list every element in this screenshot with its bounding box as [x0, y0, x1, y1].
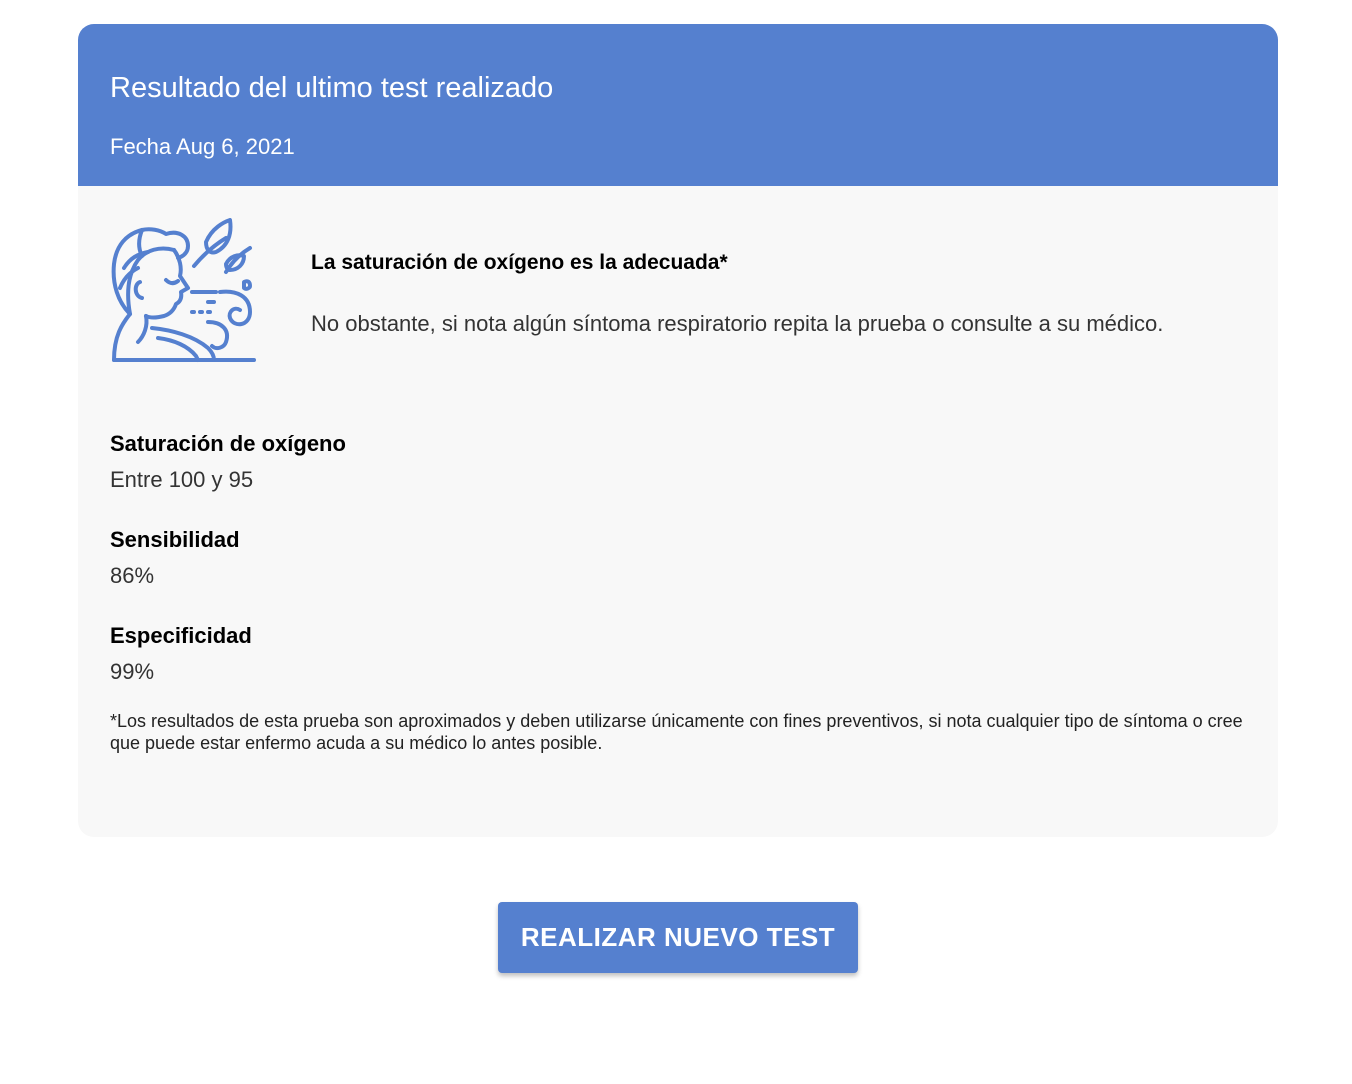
result-card-header: Resultado del ultimo test realizado Fech…: [78, 24, 1278, 186]
result-card: Resultado del ultimo test realizado Fech…: [78, 24, 1278, 837]
metric-label-specificity: Especificidad: [110, 623, 252, 648]
person-breathing-icon: [108, 218, 260, 366]
page-title: Resultado del ultimo test realizado: [110, 72, 554, 104]
test-date: Fecha Aug 6, 2021: [110, 134, 295, 159]
oxygen-status-title: La saturación de oxígeno es la adecuada*: [311, 251, 728, 274]
metric-label-sensitivity: Sensibilidad: [110, 527, 240, 552]
metric-value-sensitivity: 86%: [110, 563, 155, 588]
new-test-button[interactable]: REALIZAR NUEVO TEST: [498, 902, 858, 973]
metric-label-saturation: Saturación de oxígeno: [110, 431, 346, 456]
disclaimer-note: *Los resultados de esta prueba son aprox…: [110, 711, 1243, 753]
metric-value-saturation: Entre 100 y 95: [110, 467, 254, 492]
oxygen-status-text: No obstante, si nota algún síntoma respi…: [311, 311, 1164, 336]
metric-value-specificity: 99%: [110, 659, 155, 684]
